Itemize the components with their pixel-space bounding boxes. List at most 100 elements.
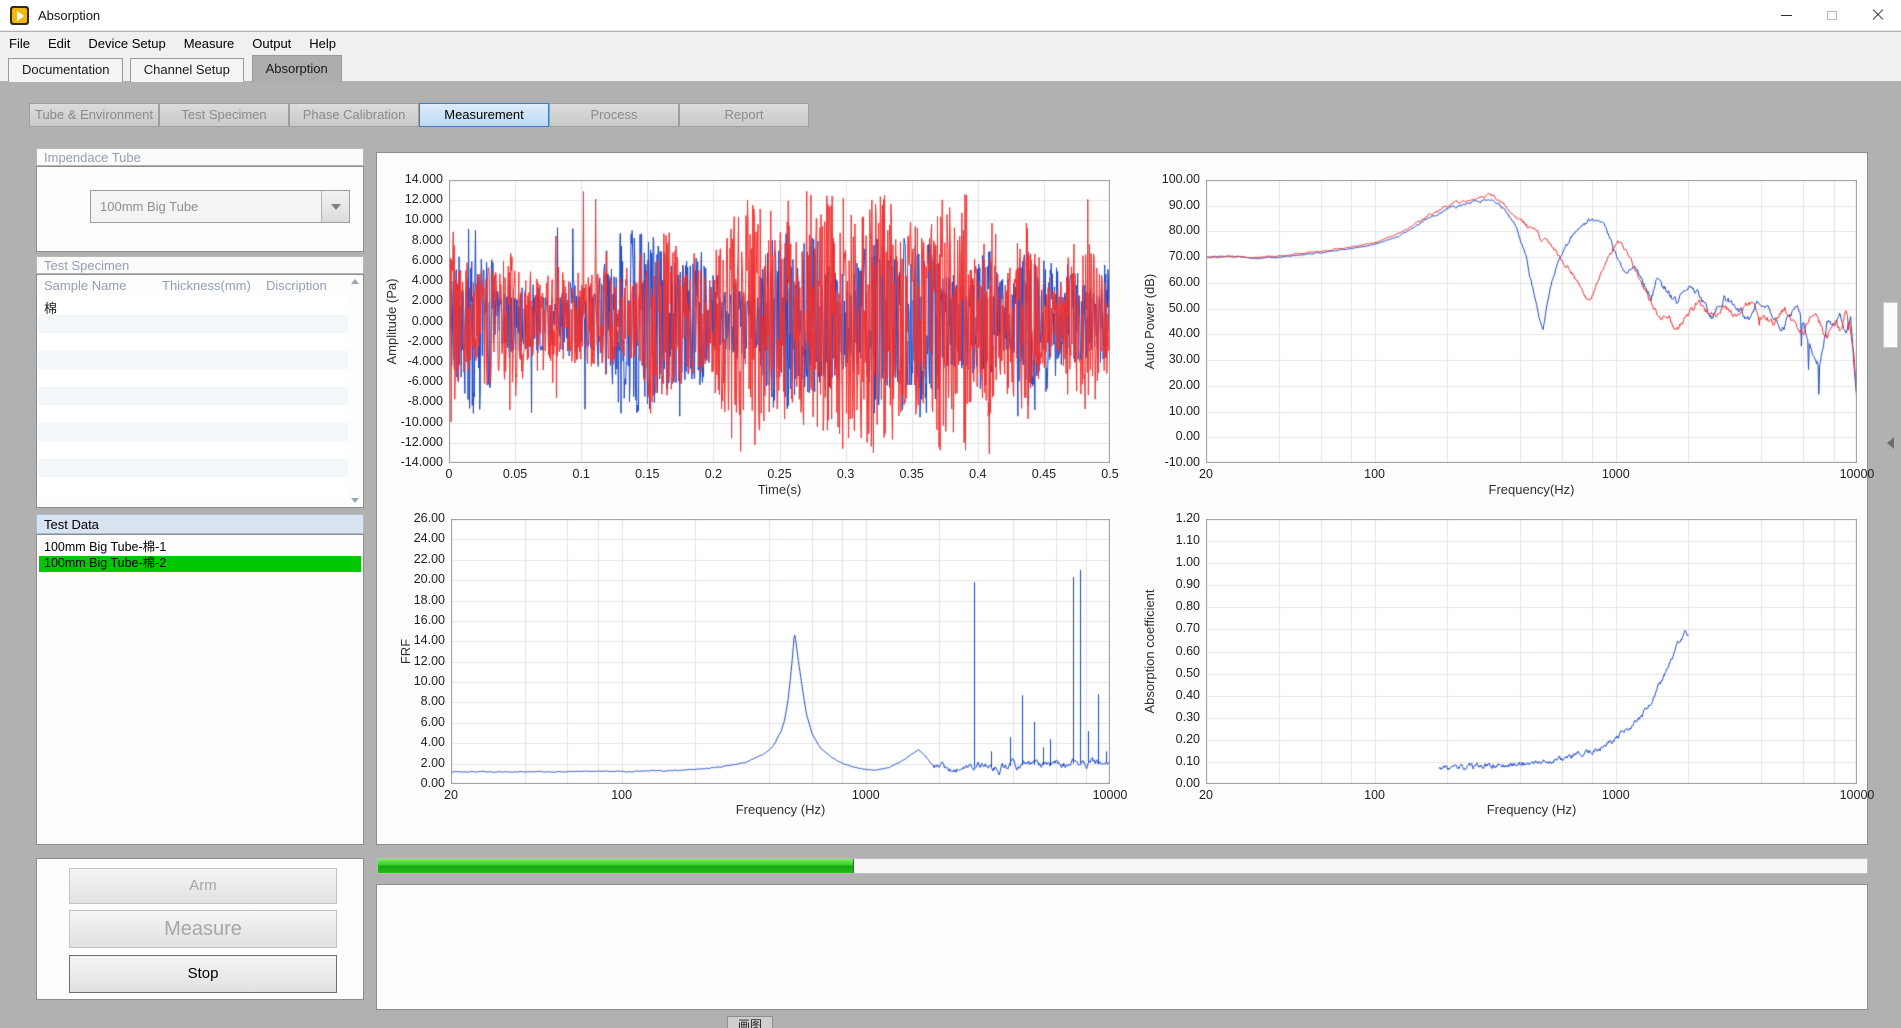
y-tick-label: 0.40 bbox=[1148, 688, 1200, 702]
scroll-down-icon[interactable] bbox=[351, 498, 359, 503]
test-data-list: 100mm Big Tube-棉-1100mm Big Tube-棉-2 bbox=[36, 534, 364, 845]
x-tick-label: 0.45 bbox=[1016, 467, 1072, 481]
test-data-item[interactable]: 100mm Big Tube-棉-1 bbox=[39, 540, 361, 556]
x-tick-label: 0.2 bbox=[685, 467, 741, 481]
y-tick-label: 1.10 bbox=[1148, 533, 1200, 547]
measure-button[interactable]: Measure bbox=[69, 910, 337, 948]
column-header-sample-name: Sample Name bbox=[44, 278, 126, 293]
y-tick-label: 8.00 bbox=[393, 694, 445, 708]
y-tick-label: 90.00 bbox=[1148, 198, 1200, 212]
x-tick-label: 0.1 bbox=[553, 467, 609, 481]
menu-output[interactable]: Output bbox=[243, 32, 300, 55]
scroll-up-icon[interactable] bbox=[351, 279, 359, 284]
table-row[interactable] bbox=[38, 441, 348, 459]
titlebar: Absorption bbox=[0, 0, 1901, 31]
table-row[interactable] bbox=[38, 315, 348, 333]
y-tick-label: 12.00 bbox=[393, 654, 445, 668]
table-row[interactable] bbox=[38, 387, 348, 405]
impedance-tube-dropdown[interactable]: 100mm Big Tube bbox=[90, 190, 350, 223]
subtab-tube-environment[interactable]: Tube & Environment bbox=[29, 103, 159, 127]
y-tick-label: 0.00 bbox=[1148, 429, 1200, 443]
x-tick-label: 20 bbox=[1178, 788, 1234, 802]
table-row[interactable]: 棉 bbox=[38, 297, 348, 315]
autopower-chart-xlabel: Frequency(Hz) bbox=[1206, 482, 1857, 497]
y-tick-label: 10.00 bbox=[393, 674, 445, 688]
y-tick-label: 1.20 bbox=[1148, 511, 1200, 525]
y-tick-label: 2.00 bbox=[393, 756, 445, 770]
y-tick-label: 10.000 bbox=[391, 212, 443, 226]
table-row[interactable] bbox=[38, 405, 348, 423]
table-row[interactable] bbox=[38, 333, 348, 351]
stop-button[interactable]: Stop bbox=[69, 955, 337, 993]
autopower-chart-ylabel: Auto Power (dB) bbox=[1142, 180, 1157, 463]
table-scrollbar[interactable] bbox=[348, 276, 362, 506]
menu-device-setup[interactable]: Device Setup bbox=[79, 32, 174, 55]
table-row[interactable] bbox=[38, 477, 348, 495]
dropdown-arrow-button[interactable] bbox=[321, 191, 349, 222]
x-tick-label: 10000 bbox=[1082, 788, 1138, 802]
x-tick-label: 20 bbox=[423, 788, 479, 802]
absorption-chart-xlabel: Frequency (Hz) bbox=[1206, 802, 1857, 817]
subtab-process[interactable]: Process bbox=[549, 103, 679, 127]
impedance-tube-value: 100mm Big Tube bbox=[91, 199, 321, 214]
x-tick-label: 100 bbox=[1347, 788, 1403, 802]
tab-absorption[interactable]: Absorption bbox=[252, 55, 342, 82]
menu-measure[interactable]: Measure bbox=[175, 32, 244, 55]
table-row[interactable] bbox=[38, 369, 348, 387]
y-tick-label: -2.000 bbox=[391, 334, 443, 348]
autopower-chart bbox=[1206, 180, 1857, 463]
table-row[interactable] bbox=[38, 423, 348, 441]
y-tick-label: 2.000 bbox=[391, 293, 443, 307]
subtab-phase-calibration[interactable]: Phase Calibration bbox=[289, 103, 419, 127]
tab-channel-setup[interactable]: Channel Setup bbox=[130, 58, 244, 82]
y-tick-label: 0.20 bbox=[1148, 732, 1200, 746]
progress-fill bbox=[378, 859, 854, 873]
maximize-icon bbox=[1827, 11, 1837, 20]
column-header-thickness-mm: Thickness(mm) bbox=[162, 278, 251, 293]
y-tick-label: 0.90 bbox=[1148, 577, 1200, 591]
y-tick-label: 60.00 bbox=[1148, 275, 1200, 289]
progress-bar bbox=[377, 858, 1868, 874]
subtab-measurement[interactable]: Measurement bbox=[419, 103, 549, 127]
frf-chart bbox=[451, 519, 1110, 784]
close-button[interactable] bbox=[1855, 0, 1901, 31]
tab-documentation[interactable]: Documentation bbox=[8, 58, 123, 82]
arm-button[interactable]: Arm bbox=[69, 868, 337, 904]
time-chart-xlabel: Time(s) bbox=[449, 482, 1110, 497]
x-tick-label: 0.25 bbox=[752, 467, 808, 481]
frf-chart-xlabel: Frequency (Hz) bbox=[451, 802, 1110, 817]
collapse-left-icon[interactable] bbox=[1887, 437, 1894, 449]
window-title: Absorption bbox=[38, 8, 100, 23]
menu-edit[interactable]: Edit bbox=[39, 32, 79, 55]
vertical-scrollbar-thumb[interactable] bbox=[1883, 302, 1898, 348]
x-tick-label: 0.3 bbox=[818, 467, 874, 481]
absorption-chart bbox=[1206, 519, 1857, 784]
impedance-tube-label: Impendace Tube bbox=[36, 148, 364, 166]
y-tick-label: 0.10 bbox=[1148, 754, 1200, 768]
y-tick-label: 16.00 bbox=[393, 613, 445, 627]
y-tick-label: 30.00 bbox=[1148, 352, 1200, 366]
y-tick-label: 14.00 bbox=[393, 633, 445, 647]
menu-file[interactable]: File bbox=[0, 32, 39, 55]
y-tick-label: 14.000 bbox=[391, 172, 443, 186]
table-row[interactable] bbox=[38, 459, 348, 477]
subtab-report[interactable]: Report bbox=[679, 103, 809, 127]
test-data-item[interactable]: 100mm Big Tube-棉-2 bbox=[39, 556, 361, 572]
subtab-test-specimen[interactable]: Test Specimen bbox=[159, 103, 289, 127]
lower-panel bbox=[376, 884, 1868, 1010]
actions-panel: Arm Measure Stop bbox=[36, 858, 364, 1000]
y-tick-label: 0.50 bbox=[1148, 666, 1200, 680]
x-tick-label: 1000 bbox=[1588, 467, 1644, 481]
y-tick-label: 8.000 bbox=[391, 233, 443, 247]
minimize-icon bbox=[1781, 15, 1792, 16]
test-data-label: Test Data bbox=[36, 514, 364, 534]
y-tick-label: 50.00 bbox=[1148, 301, 1200, 315]
column-header-discription: Discription bbox=[266, 278, 327, 293]
y-tick-label: 20.00 bbox=[393, 572, 445, 586]
maximize-button[interactable] bbox=[1809, 0, 1855, 31]
menu-help[interactable]: Help bbox=[300, 32, 345, 55]
close-icon bbox=[1872, 9, 1884, 21]
bottom-tab-huitu[interactable]: 画图 bbox=[727, 1016, 773, 1028]
table-row[interactable] bbox=[38, 351, 348, 369]
minimize-button[interactable] bbox=[1763, 0, 1809, 31]
